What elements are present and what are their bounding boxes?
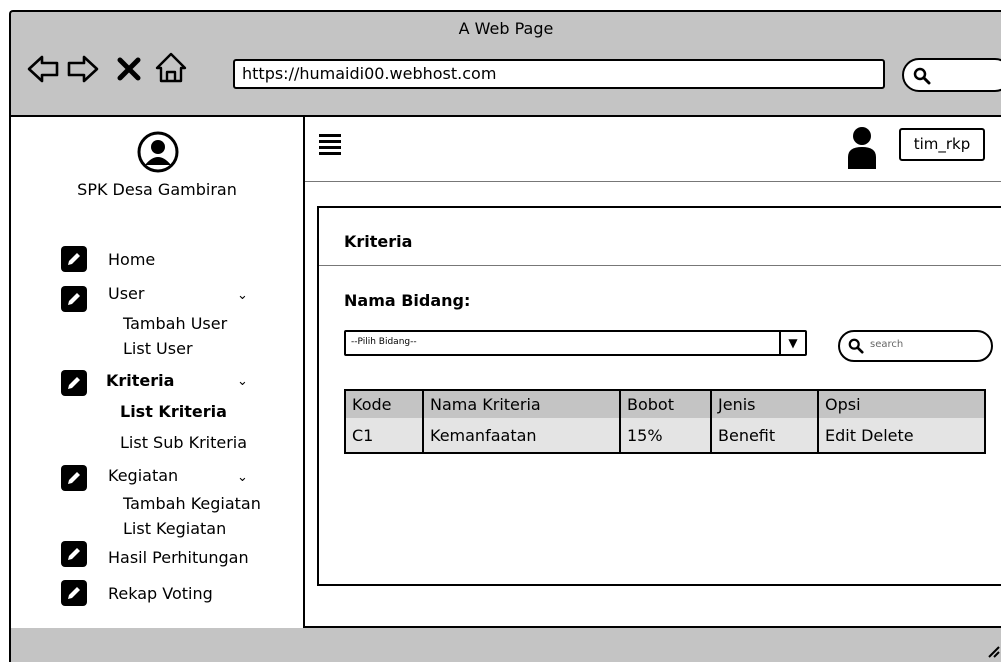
sidebar-item-hasil-perhitungan[interactable]: Hasil Perhitungan [108,548,249,567]
edit-icon [61,465,87,491]
sidebar-subitem-tambah-kegiatan[interactable]: Tambah Kegiatan [123,494,261,513]
edit-icon [61,286,87,312]
column-header-jenis: Jenis [710,390,818,418]
nama-bidang-label: Nama Bidang: [344,291,471,310]
sidebar-item-home[interactable]: Home [108,250,155,269]
table-header-row: Kode Nama Kriteria Bobot Jenis Opsi [345,390,985,418]
cell-opsi-edit-delete[interactable]: Edit Delete [817,418,985,453]
browser-window: A Web Page https://humaidi00.webhost.com [9,10,1001,662]
search-placeholder: search [870,339,904,350]
sidebar-subitem-list-user[interactable]: List User [123,339,193,358]
search-icon [913,67,931,85]
column-header-bobot: Bobot [619,390,711,418]
card-title: Kriteria [344,232,413,251]
sidebar-subitem-tambah-user[interactable]: Tambah User [123,314,227,333]
kriteria-card: Kriteria Nama Bidang: --Pilih Bidang-- ▼… [317,206,1001,586]
sidebar-item-kriteria[interactable]: Kriteria [106,371,174,390]
cell-nama-kriteria: Kemanfaatan [422,418,620,453]
topbar: tim_rkp [305,117,1001,182]
table-search-input[interactable]: search [838,330,993,362]
sidebar-subitem-list-kriteria[interactable]: List Kriteria [120,402,227,421]
sidebar-subitem-list-sub-kriteria[interactable]: List Sub Kriteria [120,433,247,452]
bidang-select-value: --Pilih Bidang-- [351,337,417,347]
status-bar [11,630,1001,662]
bidang-select[interactable]: --Pilih Bidang-- ▼ [344,330,807,356]
edit-icon [61,246,87,272]
kriteria-table: Kode Nama Kriteria Bobot Jenis Opsi C1 K… [344,389,986,454]
app-brand: SPK Desa Gambiran [77,180,237,199]
forward-arrow-icon[interactable] [67,53,99,85]
page-viewport: SPK Desa Gambiran Home User ⌄ Tambah Use… [11,115,1001,628]
edit-icon [61,370,87,396]
chevron-down-icon[interactable]: ⌄ [237,374,248,389]
sidebar-item-rekap-voting[interactable]: Rekap Voting [108,584,213,603]
username-badge[interactable]: tim_rkp [899,128,985,161]
close-x-icon[interactable] [113,53,143,85]
hamburger-icon[interactable] [319,134,341,156]
sidebar-subitem-list-kegiatan[interactable]: List Kegiatan [123,519,226,538]
home-icon[interactable] [155,51,187,83]
cell-bobot: 15% [619,418,711,453]
browser-search-field[interactable] [902,58,1001,92]
cell-jenis: Benefit [710,418,818,453]
card-header: Kriteria [319,208,1001,266]
chevron-down-icon[interactable]: ⌄ [237,288,248,303]
table-row: C1 Kemanfaatan 15% Benefit Edit Delete [345,418,985,453]
edit-icon [61,580,87,606]
user-icon [847,125,877,169]
search-icon [848,338,864,354]
sidebar-item-user[interactable]: User [108,284,144,303]
cell-kode: C1 [352,425,374,445]
dropdown-arrow-icon[interactable]: ▼ [779,332,805,354]
column-header-nama-kriteria: Nama Kriteria [422,390,620,418]
window-title: A Web Page [458,19,554,38]
resize-grip-icon[interactable] [986,644,1000,658]
back-arrow-icon[interactable] [27,53,59,85]
sidebar: SPK Desa Gambiran Home User ⌄ Tambah Use… [11,117,305,628]
edit-icon [61,541,87,567]
column-header-kode: Kode [352,395,392,414]
url-input[interactable]: https://humaidi00.webhost.com [233,59,885,89]
user-circle-icon [137,131,179,173]
sidebar-item-kegiatan[interactable]: Kegiatan [108,466,178,485]
chevron-down-icon[interactable]: ⌄ [237,470,248,485]
column-header-opsi: Opsi [817,390,985,418]
